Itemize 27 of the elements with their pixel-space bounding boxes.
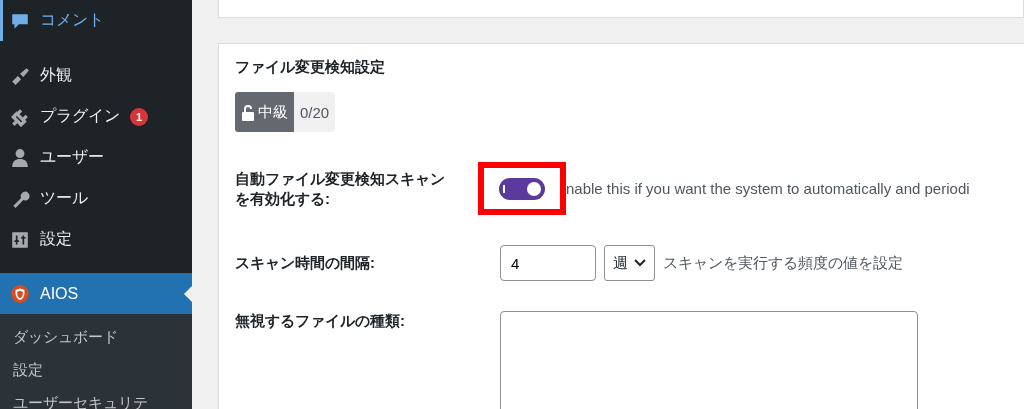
unit-dropdown[interactable]: 週: [604, 245, 655, 281]
unlocked-padlock-icon: [241, 103, 255, 121]
sidebar-item[interactable]: ユーザー: [0, 137, 192, 178]
count-badge: 1: [130, 107, 148, 126]
submenu-item[interactable]: ダッシュボード: [0, 322, 192, 355]
sidebar-item[interactable]: ツール: [0, 178, 192, 219]
brush-icon: [10, 65, 30, 86]
sidebar-item[interactable]: プラグイン 1: [0, 96, 192, 137]
toggle-switch[interactable]: [499, 177, 545, 200]
level-label: 中級: [258, 102, 288, 122]
hint-text: スキャンを実行する頻度の値を設定: [663, 253, 903, 273]
level-score: 0/20: [294, 92, 336, 132]
submenu-item[interactable]: 設定: [0, 355, 192, 388]
sidebar-item[interactable]: 設定: [0, 219, 192, 260]
section-title: ファイル変更検知設定: [235, 58, 385, 77]
description-text: nable this if you want the system to automatically and periodi: [566, 180, 970, 197]
number-field[interactable]: 4: [500, 245, 596, 281]
sidebar-item[interactable]: 外観: [0, 55, 192, 96]
field-label: スキャン時間の間隔:: [235, 253, 376, 273]
shield-icon: [10, 283, 30, 304]
sidebar-item[interactable]: AIOS: [0, 273, 192, 314]
person-icon: [10, 147, 30, 168]
field-label: 無視するファイルの種類:: [235, 311, 406, 331]
sidebar-item[interactable]: コメント: [0, 0, 192, 41]
sliders-icon: [10, 229, 30, 250]
field-label: 自動ファイル変更検知スキャンを有効化する:: [235, 168, 446, 209]
chevron-down-icon: [634, 259, 646, 267]
